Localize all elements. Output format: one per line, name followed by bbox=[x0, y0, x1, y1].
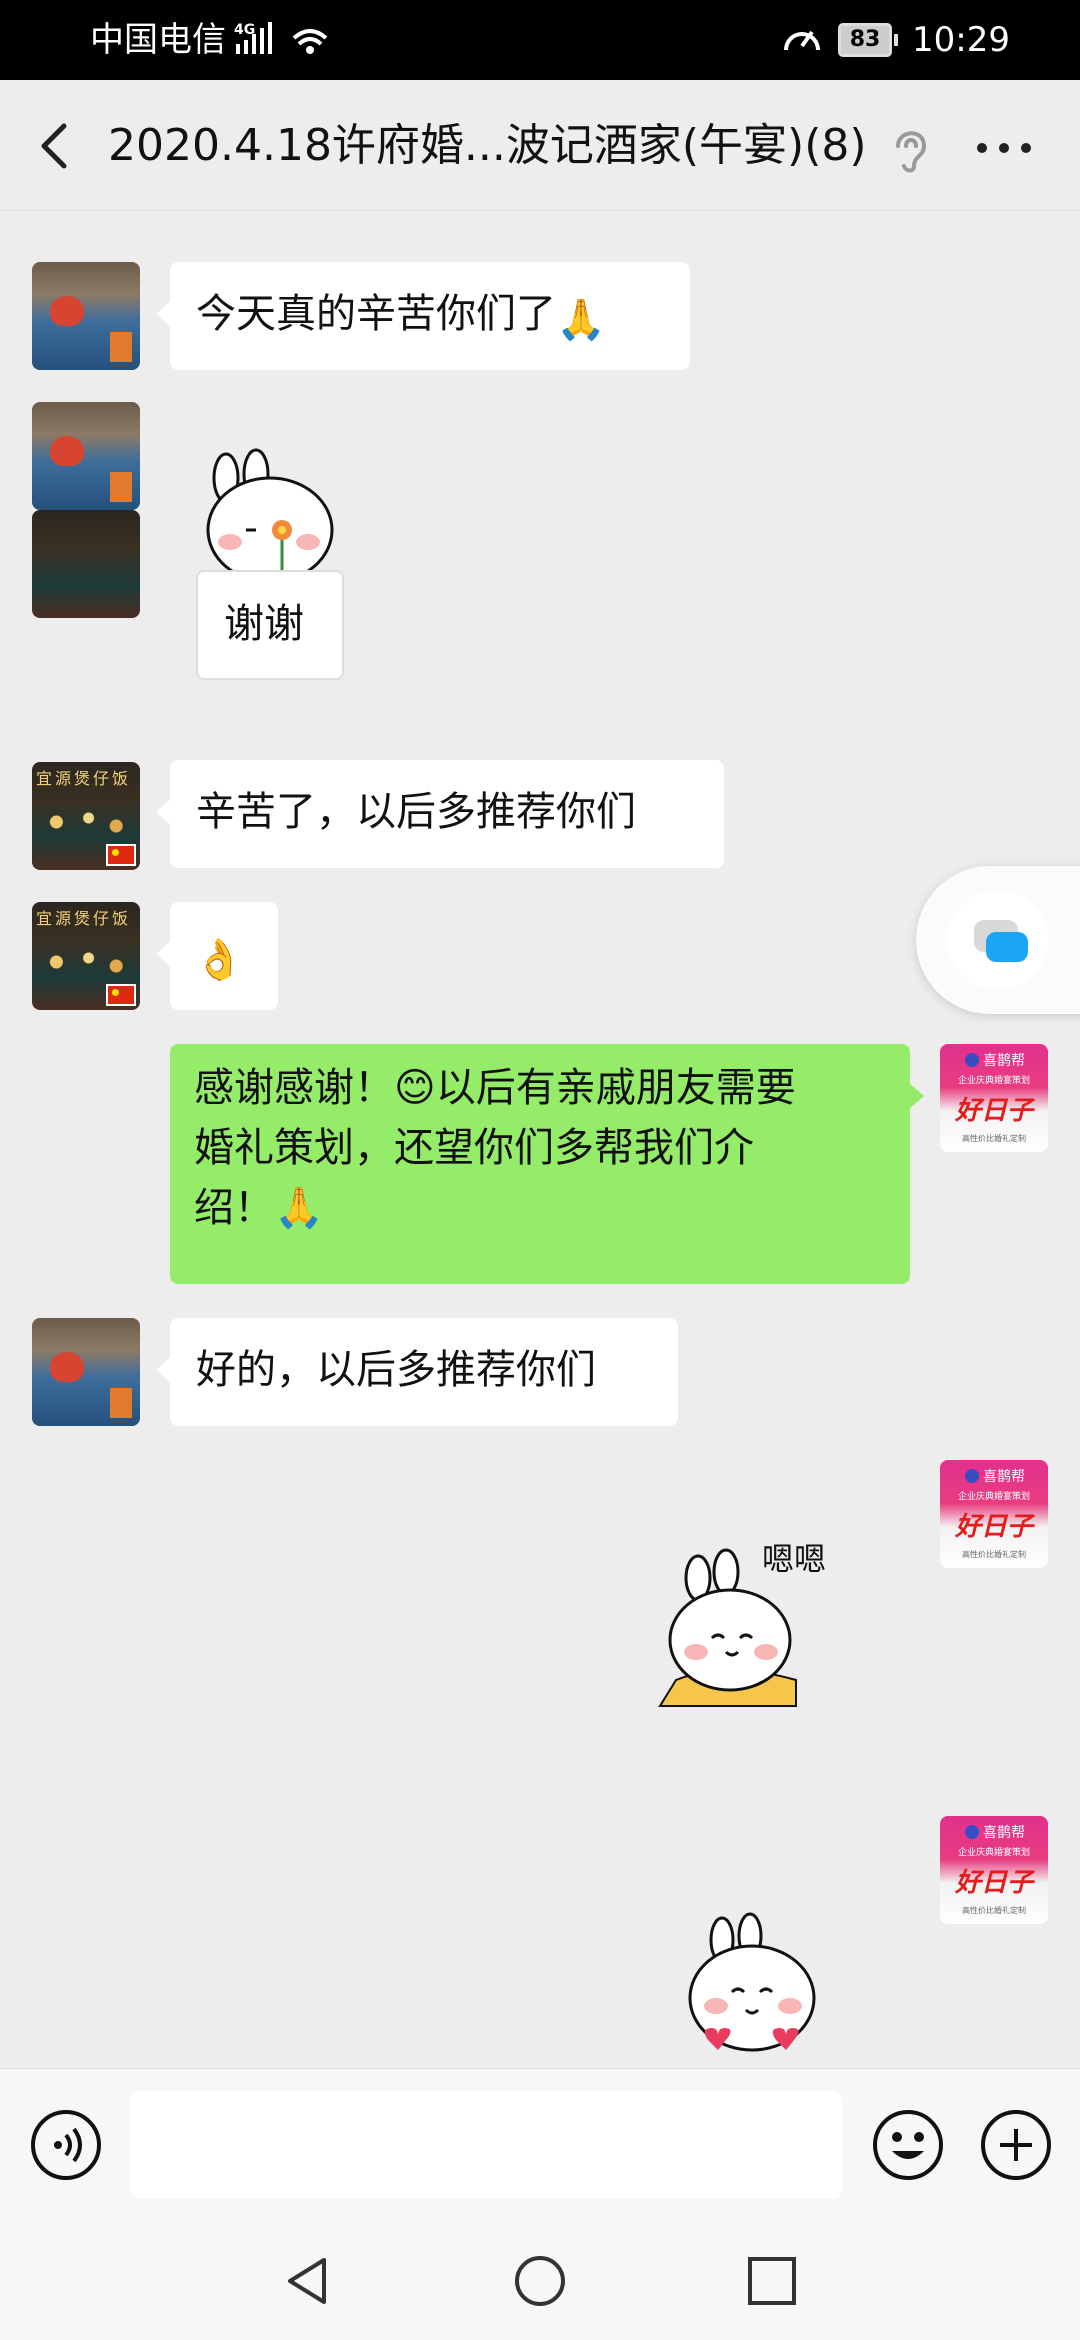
message-text: 辛苦了，以后多推荐你们 bbox=[196, 789, 636, 835]
nav-home-icon[interactable] bbox=[513, 2254, 567, 2308]
clock: 10:29 bbox=[912, 20, 1010, 60]
message-text: 今天真的辛苦你们了 bbox=[196, 291, 556, 337]
business-sub-text: 企业庆典婚宴策划 bbox=[957, 1076, 1030, 1086]
avatar[interactable]: 喜鹊帮 企业庆典婚宴策划 好日子 高性价比婚礼定制 bbox=[940, 1044, 1048, 1152]
message-bubble[interactable]: 好的，以后多推荐你们 bbox=[156, 1318, 678, 1426]
business-small-text: 高性价比婚礼定制 bbox=[962, 1906, 1026, 1915]
flag-badge bbox=[106, 984, 136, 1006]
voice-icon[interactable] bbox=[30, 2109, 102, 2181]
message-input[interactable] bbox=[130, 2091, 842, 2199]
business-big-text: 好日子 bbox=[954, 1868, 1033, 1898]
message-bubble[interactable]: 感谢感谢！😊以后有亲戚朋友需要 婚礼策划，还望你们多帮我们介 绍！🙏 bbox=[170, 1044, 924, 1284]
business-sub-text: 企业庆典婚宴策划 bbox=[957, 1848, 1030, 1858]
business-logo-text: 喜鹊帮 bbox=[958, 1466, 1032, 1488]
float-chat-icon bbox=[948, 890, 1048, 990]
praying-hands-emoji: 🙏 bbox=[556, 297, 606, 343]
message-bubble[interactable]: 今天真的辛苦你们了🙏 bbox=[156, 262, 690, 370]
avatar[interactable] bbox=[32, 262, 140, 370]
message-bubble[interactable]: 辛苦了，以后多推荐你们 bbox=[156, 760, 724, 868]
status-right: 83 10:29 bbox=[780, 14, 1010, 66]
sticker-caption-text: 谢谢 bbox=[224, 601, 304, 647]
message-bubble[interactable]: 👌 bbox=[156, 902, 278, 1010]
sticker-caption: 谢谢 bbox=[196, 570, 344, 680]
avatar[interactable]: 宜源煲仔饭 bbox=[32, 762, 140, 870]
message-line: 婚礼策划，还望你们多帮我们介 bbox=[194, 1125, 754, 1171]
battery-level: 83 bbox=[838, 23, 893, 57]
shop-sign: 宜源煲仔饭 bbox=[36, 909, 132, 928]
avatar[interactable] bbox=[32, 1318, 140, 1426]
nav-back-icon[interactable] bbox=[280, 2254, 334, 2308]
business-logo-text: 喜鹊帮 bbox=[958, 1822, 1032, 1844]
business-big-text: 好日子 bbox=[954, 1096, 1033, 1126]
business-small-text: 高性价比婚礼定制 bbox=[962, 1550, 1026, 1559]
ear-icon[interactable] bbox=[884, 120, 934, 176]
sticker-caption-text: 嗯嗯 bbox=[762, 1540, 826, 1578]
message-line: 绍！🙏 bbox=[194, 1185, 324, 1231]
signal-wifi-icon: 4G bbox=[234, 22, 328, 54]
business-logo-text: 喜鹊帮 bbox=[958, 1050, 1032, 1072]
message-text: 好的，以后多推荐你们 bbox=[196, 1347, 596, 1393]
chat-header: 2020.4.18许府婚...波记酒家(午宴)(8) bbox=[0, 80, 1080, 211]
plus-icon[interactable] bbox=[980, 2109, 1052, 2181]
status-bar: 中国电信 4G 83 10:29 bbox=[0, 0, 1080, 80]
ok-hand-emoji: 👌 bbox=[194, 937, 244, 983]
bunny-hearts-sticker[interactable] bbox=[678, 1910, 828, 2060]
battery-icon: 83 bbox=[838, 23, 899, 57]
avatar[interactable]: 喜鹊帮 企业庆典婚宴策划 好日子 高性价比婚礼定制 bbox=[940, 1460, 1048, 1568]
chat-title: 2020.4.18许府婚...波记酒家(午宴)(8) bbox=[108, 120, 867, 171]
avatar[interactable] bbox=[32, 402, 140, 510]
message-line: 感谢感谢！😊以后有亲戚朋友需要 bbox=[194, 1065, 796, 1111]
business-small-text: 高性价比婚礼定制 bbox=[962, 1134, 1026, 1143]
carrier-label: 中国电信 bbox=[90, 20, 226, 60]
avatar[interactable]: 喜鹊帮 企业庆典婚宴策划 好日子 高性价比婚礼定制 bbox=[940, 1816, 1048, 1924]
business-sub-text: 企业庆典婚宴策划 bbox=[957, 1492, 1030, 1502]
avatar[interactable]: 宜源煲仔饭 bbox=[32, 902, 140, 1010]
avatar[interactable] bbox=[32, 510, 140, 618]
speedometer-icon bbox=[784, 30, 821, 51]
back-arrow-icon[interactable] bbox=[30, 116, 80, 176]
business-big-text: 好日子 bbox=[954, 1512, 1033, 1542]
more-icon[interactable] bbox=[972, 120, 1036, 176]
floating-chat-widget[interactable] bbox=[916, 866, 1080, 1014]
input-bar bbox=[0, 2068, 1080, 2221]
emoji-icon[interactable] bbox=[872, 2109, 944, 2181]
chat-area[interactable]: 今天真的辛苦你们了🙏 谢谢 宜源煲仔饭 辛苦了，以后多推荐你们 宜源煲仔饭 👌 … bbox=[0, 210, 1080, 2068]
flag-badge bbox=[106, 844, 136, 866]
nav-recents-icon[interactable] bbox=[745, 2254, 799, 2308]
shop-sign: 宜源煲仔饭 bbox=[36, 769, 132, 788]
system-nav-bar bbox=[0, 2220, 1080, 2340]
bunny-nodding-sticker[interactable]: 嗯嗯 bbox=[656, 1540, 846, 1710]
